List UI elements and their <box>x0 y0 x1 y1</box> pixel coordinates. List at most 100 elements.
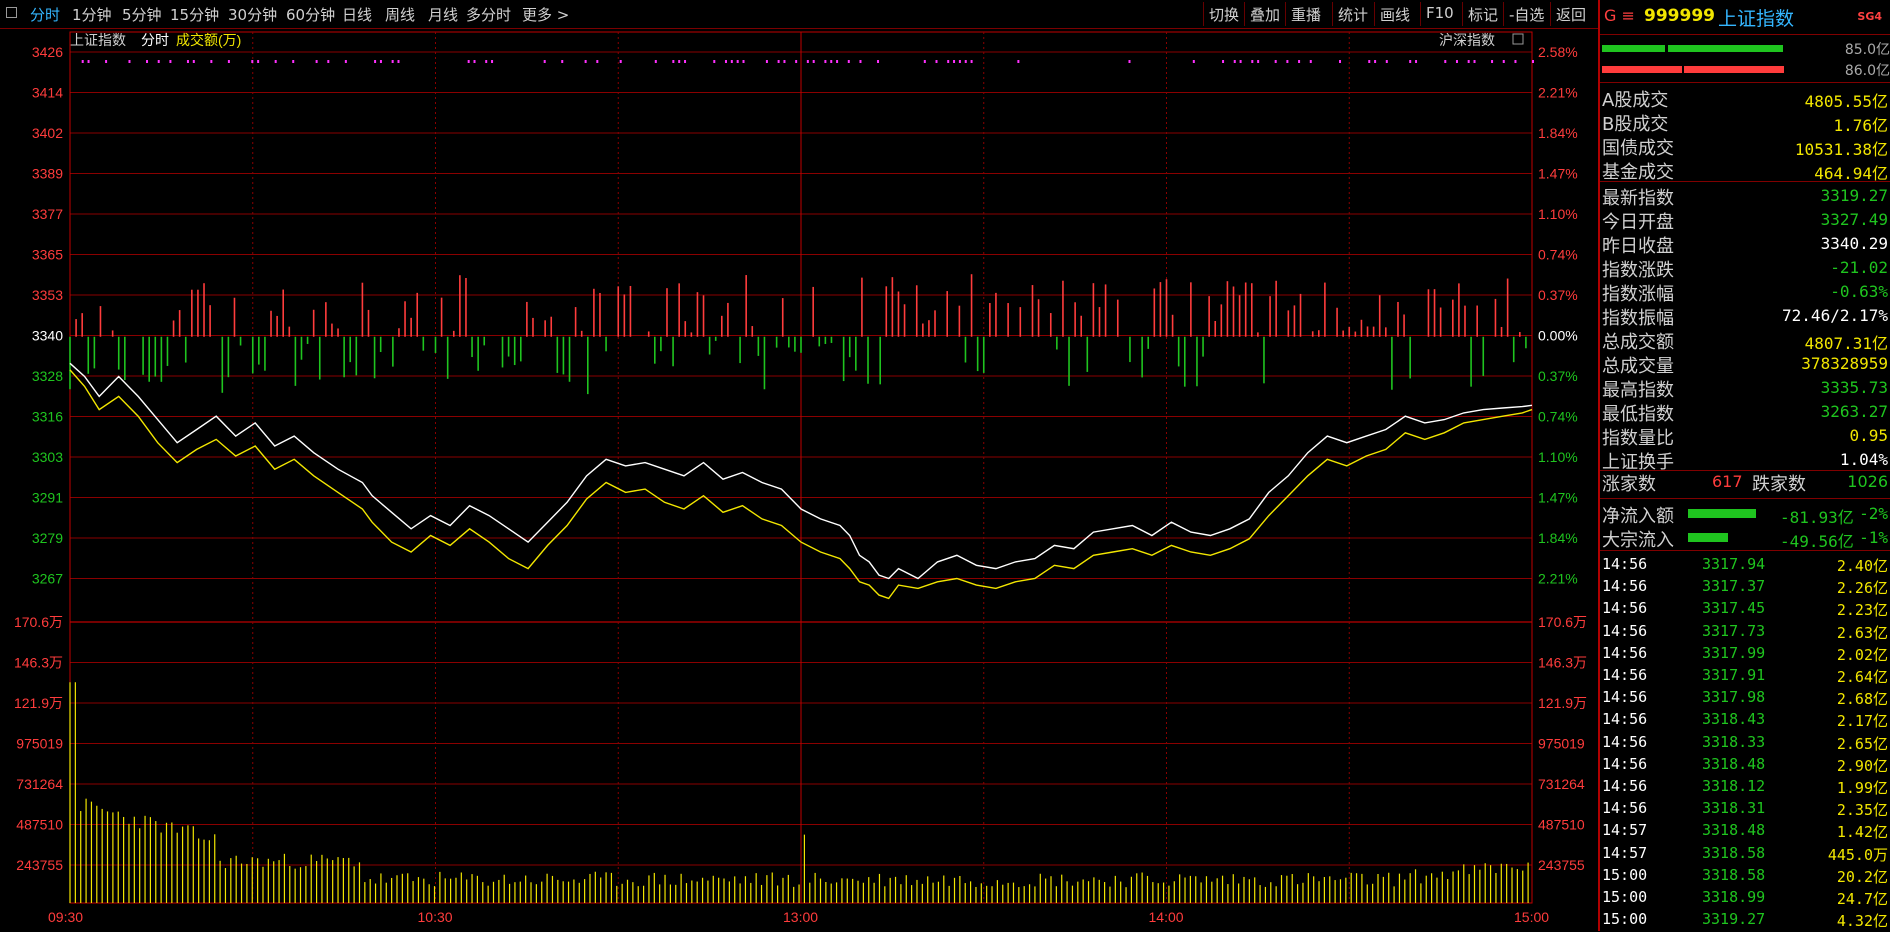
time-axis-label: 10:30 <box>418 909 453 925</box>
market-breadth: 涨家数 617 跌家数 1026 <box>1602 470 1888 495</box>
toolbar-button-8[interactable]: 返回 <box>1556 4 1586 25</box>
stat-value: 3335.73 <box>1820 378 1888 397</box>
volume-tick-label-right: 243755 <box>1538 857 1585 873</box>
tick-row: 15:00 3318.58 20.2亿 <box>1602 866 1888 888</box>
period-tab-7[interactable]: 周线 <box>385 4 415 25</box>
period-tab-6[interactable]: 日线 <box>342 4 372 25</box>
pct-tick-label: 1.10% <box>1538 449 1578 465</box>
tick-row: 14:56 3318.43 2.17亿 <box>1602 710 1888 732</box>
toolbar-separator <box>1462 2 1463 26</box>
event-marker <box>485 60 488 63</box>
tick-amount: 2.64亿 <box>1836 668 1888 686</box>
volume-tick-label: 487510 <box>16 817 63 833</box>
tick-amount: 445.0万 <box>1827 845 1888 864</box>
toolbar-button-6[interactable]: 标记 <box>1468 4 1498 25</box>
toolbar-button-0[interactable]: 切换 <box>1209 4 1239 25</box>
intraday-chart: 上证指数 分时 成交额(万) 沪深指数 3426 2.58% 3414 2.21% 34… <box>14 31 1587 925</box>
period-tab-4[interactable]: 30分钟 <box>228 4 277 25</box>
tick-amount: 2.17亿 <box>1836 712 1888 731</box>
event-marker <box>964 60 967 63</box>
tick-row: 14:56 3317.94 2.40亿 <box>1602 555 1888 577</box>
event-marker <box>736 60 739 63</box>
event-marker <box>128 60 131 63</box>
flow-row: 大宗流入 -49.56亿 -1% <box>1602 526 1888 551</box>
stat-label: B股成交 <box>1602 114 1669 135</box>
sell-ratio-bar <box>1602 66 1682 73</box>
flow-amount: -49.56亿 <box>1780 532 1854 551</box>
tick-row: 14:56 3318.31 2.35亿 <box>1602 799 1888 821</box>
event-marker <box>397 60 400 63</box>
tick-time: 14:56 <box>1602 643 1648 662</box>
stat-row: 总成交额 4807.31亿 <box>1602 328 1888 353</box>
toolbar-button-1[interactable]: 叠加 <box>1250 4 1280 25</box>
event-marker <box>391 60 394 63</box>
price-tick-label: 3414 <box>32 85 63 101</box>
compare-index-label[interactable]: 沪深指数 <box>1439 32 1495 48</box>
stat-row: A股成交 4805.55亿 <box>1602 86 1888 111</box>
toolbar-button-2[interactable]: 重播 <box>1291 4 1321 25</box>
volume-tick-label-right: 975019 <box>1538 736 1585 752</box>
event-marker <box>1374 60 1377 63</box>
stat-label: 指数量比 <box>1602 428 1674 449</box>
toolbar-separator <box>1550 2 1551 26</box>
event-marker <box>169 60 172 63</box>
stat-value: 72.46/2.17% <box>1782 306 1888 325</box>
volume-tick-label: 170.6万 <box>14 614 63 630</box>
tick-time: 14:56 <box>1602 732 1648 751</box>
event-marker <box>543 60 546 63</box>
toolbar-separator <box>1420 2 1421 26</box>
period-tab-10[interactable]: 更多 > <box>522 4 569 25</box>
event-marker <box>81 60 84 63</box>
tick-row: 14:56 3318.33 2.65亿 <box>1602 733 1888 755</box>
toolbar-separator <box>1285 2 1286 26</box>
stat-label: 今日开盘 <box>1602 212 1674 233</box>
period-tab-2[interactable]: 5分钟 <box>122 4 162 25</box>
event-marker <box>1192 60 1195 63</box>
stat-row: 最低指数 3263.27 <box>1602 400 1888 425</box>
pct-tick-label: 2.21% <box>1538 85 1578 101</box>
stat-row: 国债成交 10531.38亿 <box>1602 134 1888 159</box>
toolbar-separator <box>1244 2 1245 26</box>
period-tab-8[interactable]: 月线 <box>428 4 458 25</box>
toolbar-button-3[interactable]: 统计 <box>1338 4 1368 25</box>
tick-amount: 1.42亿 <box>1836 823 1888 842</box>
event-marker <box>251 60 254 63</box>
stat-row: 指数涨幅 -0.63% <box>1602 280 1888 305</box>
period-tab-3[interactable]: 15分钟 <box>170 4 219 25</box>
period-tab-5[interactable]: 60分钟 <box>286 4 335 25</box>
pct-tick-label: 2.21% <box>1538 571 1578 587</box>
period-tab-1[interactable]: 1分钟 <box>72 4 112 25</box>
event-marker <box>473 60 476 63</box>
stat-row: 最高指数 3335.73 <box>1602 376 1888 401</box>
tick-time: 15:00 <box>1602 865 1648 884</box>
event-marker <box>836 60 839 63</box>
tick-amount: 2.90亿 <box>1836 756 1888 775</box>
pct-tick-label: 0.37% <box>1538 287 1578 303</box>
sell-ratio-value: 86.0亿 <box>1844 63 1890 79</box>
stat-value: 4805.55亿 <box>1804 92 1888 111</box>
event-marker <box>958 60 961 63</box>
event-marker <box>713 60 716 63</box>
pct-tick-label: 0.00% <box>1538 328 1578 344</box>
time-axis-label: 13:00 <box>783 909 818 925</box>
toolbar-button-4[interactable]: 画线 <box>1380 4 1410 25</box>
tick-amount: 2.65亿 <box>1836 734 1888 753</box>
event-marker <box>730 60 733 63</box>
compare-toggle-icon[interactable] <box>1512 33 1524 45</box>
panel-toggle-icon[interactable] <box>6 7 17 18</box>
panel-divider <box>1600 181 1890 182</box>
period-tab-9[interactable]: 多分时 <box>466 4 511 25</box>
toolbar-button-5[interactable]: F10 <box>1426 4 1454 22</box>
stat-label: 昨日收盘 <box>1602 236 1674 257</box>
event-marker <box>561 60 564 63</box>
event-marker <box>777 60 780 63</box>
flow-bar <box>1688 509 1756 518</box>
stat-label: 总成交额 <box>1602 332 1674 353</box>
tick-row: 14:56 3317.37 2.26亿 <box>1602 577 1888 599</box>
flow-bar <box>1688 533 1728 542</box>
toolbar-button-7[interactable]: -自选 <box>1509 4 1544 25</box>
tick-amount: 2.35亿 <box>1836 801 1888 820</box>
tick-row: 14:56 3317.98 2.68亿 <box>1602 688 1888 710</box>
price-tick-label: 3402 <box>32 125 63 141</box>
period-tab-0[interactable]: 分时 <box>30 4 60 25</box>
